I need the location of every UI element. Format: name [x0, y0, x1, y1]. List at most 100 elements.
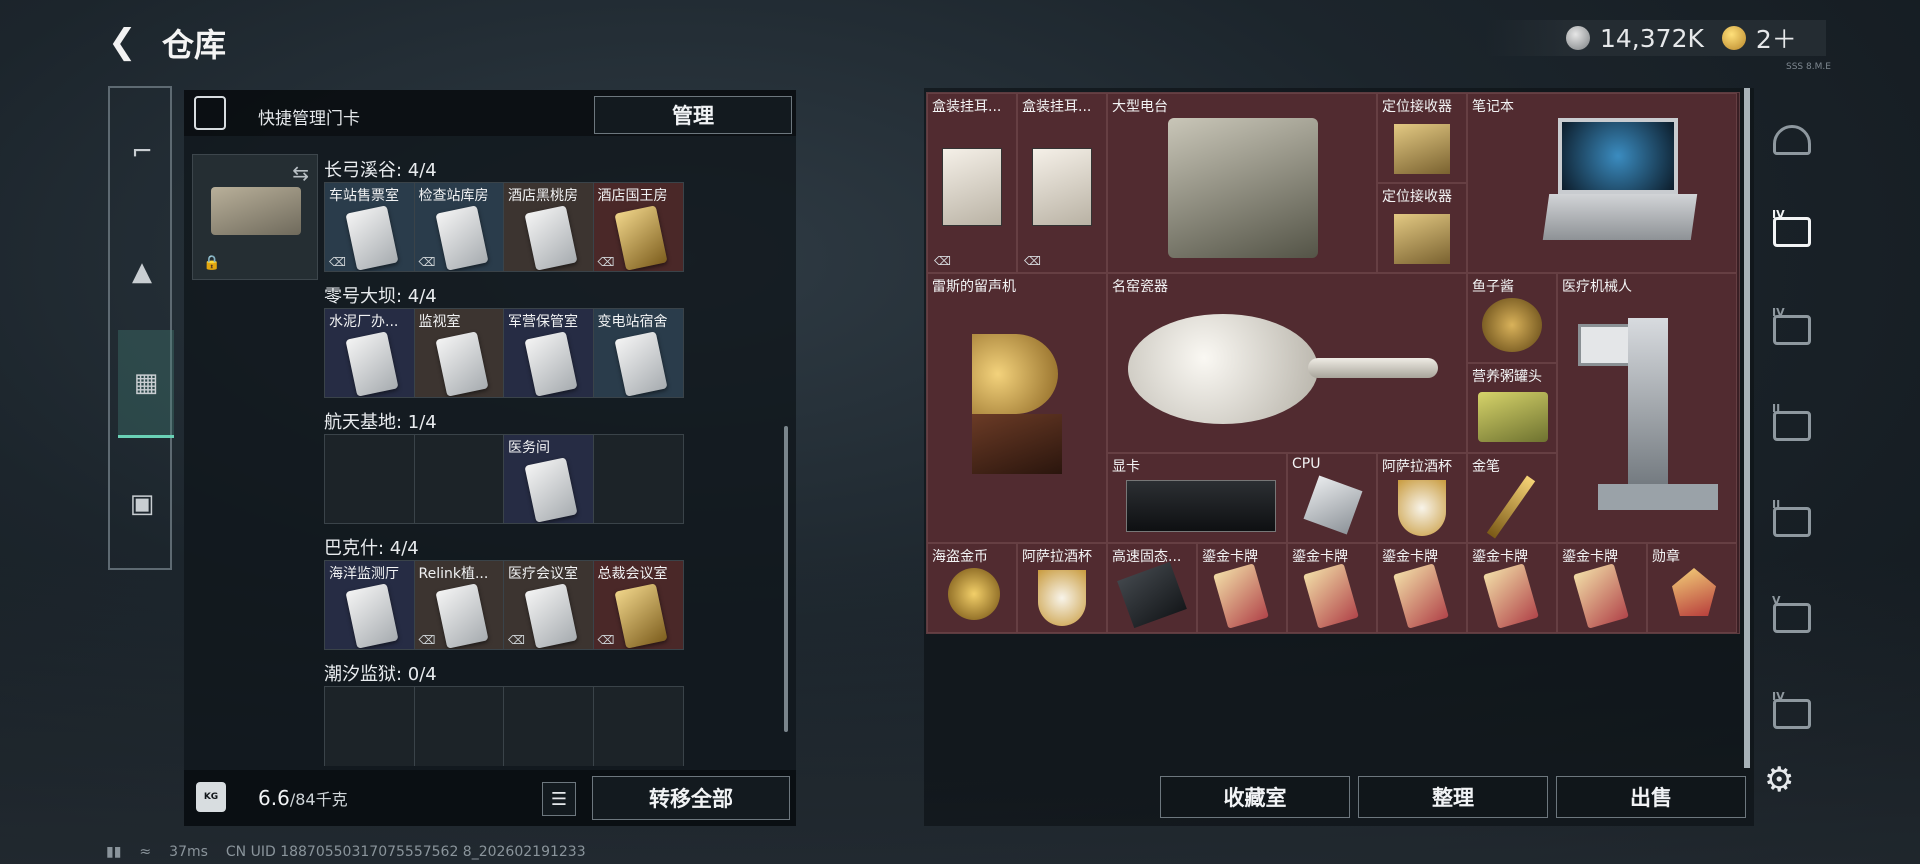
keycard-label: 总裁会议室	[597, 566, 668, 582]
transfer-all-button[interactable]: 转移全部	[592, 776, 790, 820]
keycard-slot[interactable]: 海洋监测厅	[325, 561, 415, 649]
case-icon[interactable]: IV	[1764, 204, 1820, 260]
can-image	[1478, 392, 1548, 442]
keycard-slot[interactable]: 酒店黑桃房	[504, 183, 594, 271]
stash-scrollbar[interactable]	[1744, 88, 1750, 768]
item-label: 大型电台	[1112, 99, 1168, 115]
toolbox-icon[interactable]: ▣	[116, 478, 168, 530]
stash-item[interactable]: 盒装挂耳... ⌫	[927, 93, 1017, 273]
stash-item[interactable]: 鎏金卡牌	[1287, 543, 1377, 633]
stash-scroll-thumb[interactable]	[1744, 88, 1750, 768]
keycard-scrollbar[interactable]	[784, 426, 788, 732]
selected-keycard-holder[interactable]: ⇆ 🔒	[192, 154, 318, 280]
item-label: 鱼子酱	[1472, 279, 1514, 295]
keycard-list[interactable]: 长弓溪谷: 4/4 车站售票室 ⌫ 检查站库房 ⌫ 酒店黑桃房 酒店国王房 ⌫ 零号大…	[324, 146, 784, 766]
stash-item[interactable]: 定位接收器	[1377, 183, 1467, 273]
item-label: 营养粥罐头	[1472, 369, 1542, 385]
stash-item[interactable]: 大型电台	[1107, 93, 1377, 273]
stash-item[interactable]: 海盗金币	[927, 543, 1017, 633]
top-bar: ❮ 仓库 14,372K 2＋ SSS 8.M.E	[0, 0, 1920, 80]
item-label: 鎏金卡牌	[1562, 549, 1618, 565]
keycard-slot-empty[interactable]	[414, 687, 504, 766]
stash-item[interactable]: 鎏金卡牌	[1467, 543, 1557, 633]
keycard-slot[interactable]: 酒店国王房 ⌫	[593, 183, 683, 271]
keycard-slot-empty[interactable]	[325, 435, 415, 523]
keycard-slot-empty[interactable]	[593, 687, 683, 766]
swap-icon[interactable]: ⇆	[292, 161, 309, 185]
keycard-slot[interactable]: 医疗会议室 ⌫	[504, 561, 594, 649]
keycard-slot[interactable]: 监视室	[414, 309, 504, 397]
stash-item[interactable]: 雷斯的留声机	[927, 273, 1107, 543]
stash-item[interactable]: 阿萨拉酒杯	[1017, 543, 1107, 633]
keycard-slot[interactable]: 车站售票室 ⌫	[325, 183, 415, 271]
cup-image	[1398, 480, 1446, 536]
weight-readout: 6.6/84千克	[258, 786, 348, 810]
keycard-label: 酒店国王房	[597, 188, 668, 204]
stash-item[interactable]: 定位接收器	[1377, 93, 1467, 183]
gpu-image	[1126, 480, 1276, 532]
stash-item[interactable]: 金笔	[1467, 453, 1557, 543]
stash-item[interactable]: CPU	[1287, 453, 1377, 543]
manage-button[interactable]: 管理	[594, 96, 792, 134]
helmet-icon[interactable]	[1764, 112, 1820, 168]
sell-button[interactable]: 出售	[1556, 776, 1746, 818]
item-label: 笔记本	[1472, 99, 1514, 115]
stash-item[interactable]: 鎏金卡牌	[1377, 543, 1467, 633]
gold-coin-icon	[1721, 26, 1746, 50]
stash-item[interactable]: 高速固态...	[1107, 543, 1197, 633]
unlinked-icon: ⌫	[597, 255, 615, 269]
case-add-icon[interactable]: IV	[1764, 302, 1820, 358]
keycard-slot-empty[interactable]	[325, 687, 415, 766]
stash-actions: 收藏室 整理 出售	[1160, 776, 1746, 818]
stash-item[interactable]: 显卡	[1107, 453, 1287, 543]
list-view-icon[interactable]: ☰	[542, 782, 576, 816]
category-rail: ⌐ ▲ ▦ ▣	[108, 86, 174, 570]
stash-item[interactable]: 名窑瓷器	[1107, 273, 1467, 453]
gear-icon[interactable]: ⚙	[1764, 760, 1794, 800]
keycard-slot[interactable]: 变电站宿舍	[593, 309, 683, 397]
gold-card-image	[1483, 563, 1539, 629]
keycard-image	[613, 331, 668, 397]
case-add-icon[interactable]: II	[1764, 398, 1820, 454]
keycard-slot-empty[interactable]	[504, 687, 594, 766]
gramophone-base-image	[972, 414, 1062, 474]
stash-grid: 盒装挂耳... ⌫ 盒装挂耳... ⌫ 大型电台 定位接收器 定位接收器 笔记本	[926, 92, 1740, 634]
keycard-slot[interactable]: Relink植... ⌫	[414, 561, 504, 649]
sort-button[interactable]: 整理	[1358, 776, 1548, 818]
unlinked-icon: ⌫	[508, 633, 525, 647]
item-label: 海盗金币	[932, 549, 988, 565]
keycard-slot-empty[interactable]	[414, 435, 504, 523]
keycard-icon[interactable]: ▦	[118, 330, 174, 438]
caviar-tin-image	[1482, 298, 1542, 352]
stash-item[interactable]: 勋章	[1647, 543, 1737, 633]
keycard-label: 水泥厂办...	[329, 314, 399, 330]
back-arrow-icon[interactable]: ❮	[108, 22, 137, 62]
keycard-slot[interactable]: 水泥厂办...	[325, 309, 415, 397]
gold-amount[interactable]: 2＋	[1756, 20, 1797, 56]
pistol-icon[interactable]: ⌐	[116, 126, 168, 178]
stash-item[interactable]: 鎏金卡牌	[1557, 543, 1647, 633]
gramophone-horn-image	[972, 334, 1058, 414]
keycard-slot[interactable]: 检查站库房 ⌫	[414, 183, 504, 271]
stash-item[interactable]: 营养粥罐头	[1467, 363, 1557, 453]
keycard-slot[interactable]: 医务间	[504, 435, 594, 523]
keycard-label: Relink植...	[418, 566, 489, 582]
keycard-slot[interactable]: 总裁会议室 ⌫	[593, 561, 683, 649]
collection-room-button[interactable]: 收藏室	[1160, 776, 1350, 818]
item-label: 医疗机械人	[1562, 279, 1632, 295]
case-icon[interactable]: V	[1764, 590, 1820, 646]
keycard-slot-empty[interactable]	[593, 435, 683, 523]
backpack-icon[interactable]: ▲	[116, 246, 168, 298]
stash-item[interactable]: 阿萨拉酒杯	[1377, 453, 1467, 543]
stash-item[interactable]: 鱼子酱	[1467, 273, 1557, 363]
medal-image	[1672, 568, 1716, 616]
receiver-image	[1394, 214, 1450, 264]
stash-item[interactable]: 盒装挂耳... ⌫	[1017, 93, 1107, 273]
weight-unit: /84千克	[289, 790, 348, 809]
stash-item[interactable]: 笔记本	[1467, 93, 1737, 273]
folder-icon[interactable]: II	[1764, 494, 1820, 550]
stash-item[interactable]: 鎏金卡牌	[1197, 543, 1287, 633]
stash-item[interactable]: 医疗机械人	[1557, 273, 1737, 543]
keycard-slot[interactable]: 军营保管室	[504, 309, 594, 397]
case-icon[interactable]: IV	[1764, 686, 1820, 742]
